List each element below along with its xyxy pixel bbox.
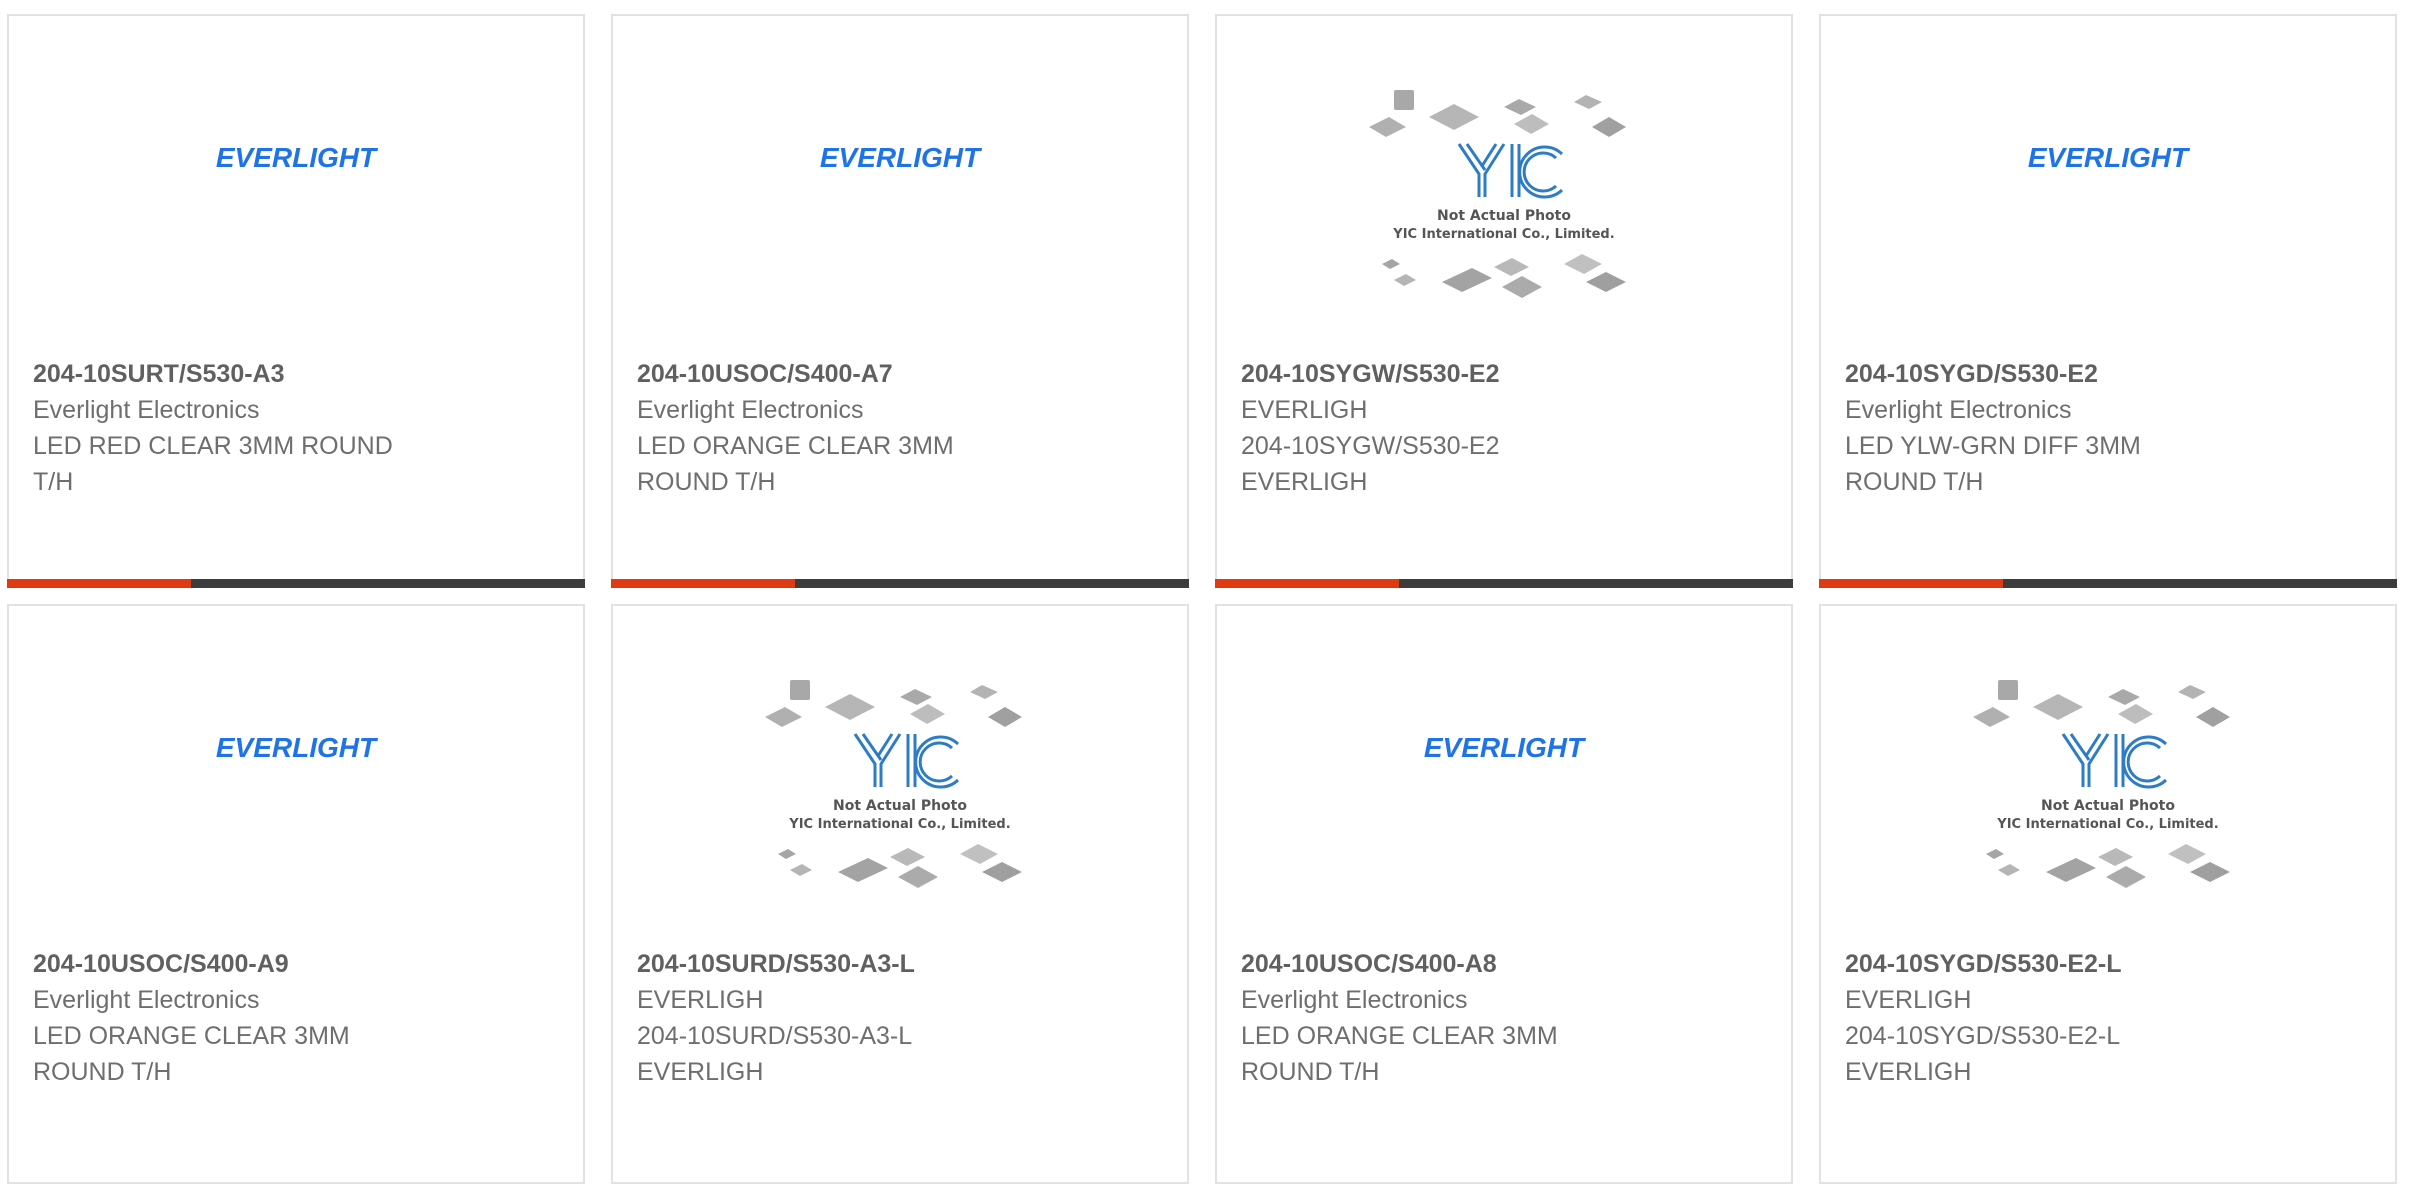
chip-icons-bottom [1986,844,2230,888]
part-number[interactable]: 204-10SURD/S530-A3-L [637,946,1077,982]
part-number[interactable]: 204-10SYGD/S530-E2 [1845,356,2285,392]
manufacturer: Everlight Electronics [33,396,260,424]
chip-icons-top [765,680,1022,727]
product-info: 204-10SURT/S530-A3 Everlight Electronics… [33,356,473,500]
yic-logo [853,733,960,789]
everlight-logo: EVERLIGHT [216,732,379,763]
manufacturer: EVERLIGH [1845,986,1972,1014]
everlight-logo: EVERLIGHT [820,142,983,173]
product-card[interactable]: EVERLIGHT 204-10USOC/S400-A8 Everlight E… [1215,604,1793,1184]
chip-icons-bottom [1382,254,1626,298]
yic-placeholder-image: Not Actual Photo YIC International Co., … [765,680,1022,888]
product-info: 204-10SYGD/S530-E2-L EVERLIGH 204-10SYGD… [1845,946,2285,1090]
yic-placeholder-image: Not Actual Photo YIC International Co., … [1973,680,2230,888]
card-footer-bar [1819,579,2397,588]
svg-text:EVERLIGHT: EVERLIGHT [1424,732,1587,763]
chip-icons-bottom [778,844,1022,888]
svg-text:Not Actual Photo: Not Actual Photo [833,798,967,814]
product-image[interactable]: Not Actual Photo YIC International Co., … [613,606,1187,936]
product-info: 204-10USOC/S400-A8 Everlight Electronics… [1241,946,1681,1090]
manufacturer: Everlight Electronics [33,986,260,1014]
description-line: EVERLIGH [1845,1058,1972,1086]
part-number[interactable]: 204-10SYGW/S530-E2 [1241,356,1681,392]
accent-bar [1215,579,1399,588]
manufacturer: Everlight Electronics [637,396,864,424]
description-line: T/H [33,468,74,496]
svg-text:YIC International Co., Limited: YIC International Co., Limited. [788,817,1010,832]
manufacturer: Everlight Electronics [1845,396,2072,424]
part-number[interactable]: 204-10SURT/S530-A3 [33,356,473,392]
svg-text:Not Actual Photo: Not Actual Photo [1437,208,1571,224]
description-line: ROUND T/H [637,468,776,496]
card-footer-bar [1215,579,1793,588]
product-image[interactable]: EVERLIGHT [9,16,583,346]
card-footer-bar [611,579,1189,588]
description-line: 204-10SURD/S530-A3-L [637,1022,913,1050]
svg-text:EVERLIGHT: EVERLIGHT [216,142,379,173]
product-image[interactable]: EVERLIGHT [9,606,583,936]
yic-placeholder-image: Not Actual Photo YIC International Co., … [1369,90,1626,298]
manufacturer: EVERLIGH [637,986,764,1014]
product-info: 204-10USOC/S400-A7 Everlight Electronics… [637,356,1077,500]
product-info: 204-10USOC/S400-A9 Everlight Electronics… [33,946,473,1090]
description-line: 204-10SYGW/S530-E2 [1241,432,1500,460]
everlight-logo: EVERLIGHT [216,142,379,173]
description-line: LED ORANGE CLEAR 3MM [1241,1022,1558,1050]
product-info: 204-10SURD/S530-A3-L EVERLIGH 204-10SURD… [637,946,1077,1090]
part-number[interactable]: 204-10USOC/S400-A7 [637,356,1077,392]
accent-bar [1819,579,2003,588]
product-card[interactable]: Not Actual Photo YIC International Co., … [611,604,1189,1184]
product-info: 204-10SYGD/S530-E2 Everlight Electronics… [1845,356,2285,500]
description-line: LED RED CLEAR 3MM ROUND [33,432,393,460]
product-image[interactable]: EVERLIGHT [1821,16,2395,346]
product-image[interactable]: Not Actual Photo YIC International Co., … [1217,16,1791,346]
product-card[interactable]: EVERLIGHT 204-10SURT/S530-A3 Everlight E… [7,14,585,588]
chip-icons-top [1369,90,1626,137]
product-card[interactable]: Not Actual Photo YIC International Co., … [1215,14,1793,588]
everlight-logo: EVERLIGHT [1424,732,1587,763]
description-line: EVERLIGH [1241,468,1368,496]
manufacturer: Everlight Electronics [1241,986,1468,1014]
description-line: LED YLW-GRN DIFF 3MM [1845,432,2141,460]
manufacturer: EVERLIGH [1241,396,1368,424]
description-line: EVERLIGH [637,1058,764,1086]
description-line: 204-10SYGD/S530-E2-L [1845,1022,2121,1050]
product-card[interactable]: EVERLIGHT 204-10USOC/S400-A7 Everlight E… [611,14,1189,588]
description-line: LED ORANGE CLEAR 3MM [33,1022,350,1050]
description-line: ROUND T/H [1845,468,1984,496]
product-info: 204-10SYGW/S530-E2 EVERLIGH 204-10SYGW/S… [1241,356,1681,500]
part-number[interactable]: 204-10SYGD/S530-E2-L [1845,946,2285,982]
svg-text:EVERLIGHT: EVERLIGHT [216,732,379,763]
accent-bar [611,579,795,588]
svg-text:EVERLIGHT: EVERLIGHT [820,142,983,173]
description-line: LED ORANGE CLEAR 3MM [637,432,954,460]
product-grid: EVERLIGHT 204-10SURT/S530-A3 Everlight E… [0,0,2410,1184]
product-card[interactable]: EVERLIGHT 204-10USOC/S400-A9 Everlight E… [7,604,585,1184]
chip-icons-top [1973,680,2230,727]
product-image[interactable]: EVERLIGHT [613,16,1187,346]
product-image[interactable]: Not Actual Photo YIC International Co., … [1821,606,2395,936]
description-line: ROUND T/H [33,1058,172,1086]
product-card[interactable]: EVERLIGHT 204-10SYGD/S530-E2 Everlight E… [1819,14,2397,588]
svg-text:YIC International Co., Limited: YIC International Co., Limited. [1996,817,2218,832]
description-line: ROUND T/H [1241,1058,1380,1086]
accent-bar [7,579,191,588]
yic-logo [2061,733,2168,789]
svg-text:EVERLIGHT: EVERLIGHT [2028,142,2191,173]
part-number[interactable]: 204-10USOC/S400-A8 [1241,946,1681,982]
product-card[interactable]: Not Actual Photo YIC International Co., … [1819,604,2397,1184]
svg-text:Not Actual Photo: Not Actual Photo [2041,798,2175,814]
card-footer-bar [7,579,585,588]
everlight-logo: EVERLIGHT [2028,142,2191,173]
product-image[interactable]: EVERLIGHT [1217,606,1791,936]
yic-logo [1457,143,1564,199]
part-number[interactable]: 204-10USOC/S400-A9 [33,946,473,982]
svg-text:YIC International Co., Limited: YIC International Co., Limited. [1392,227,1614,242]
